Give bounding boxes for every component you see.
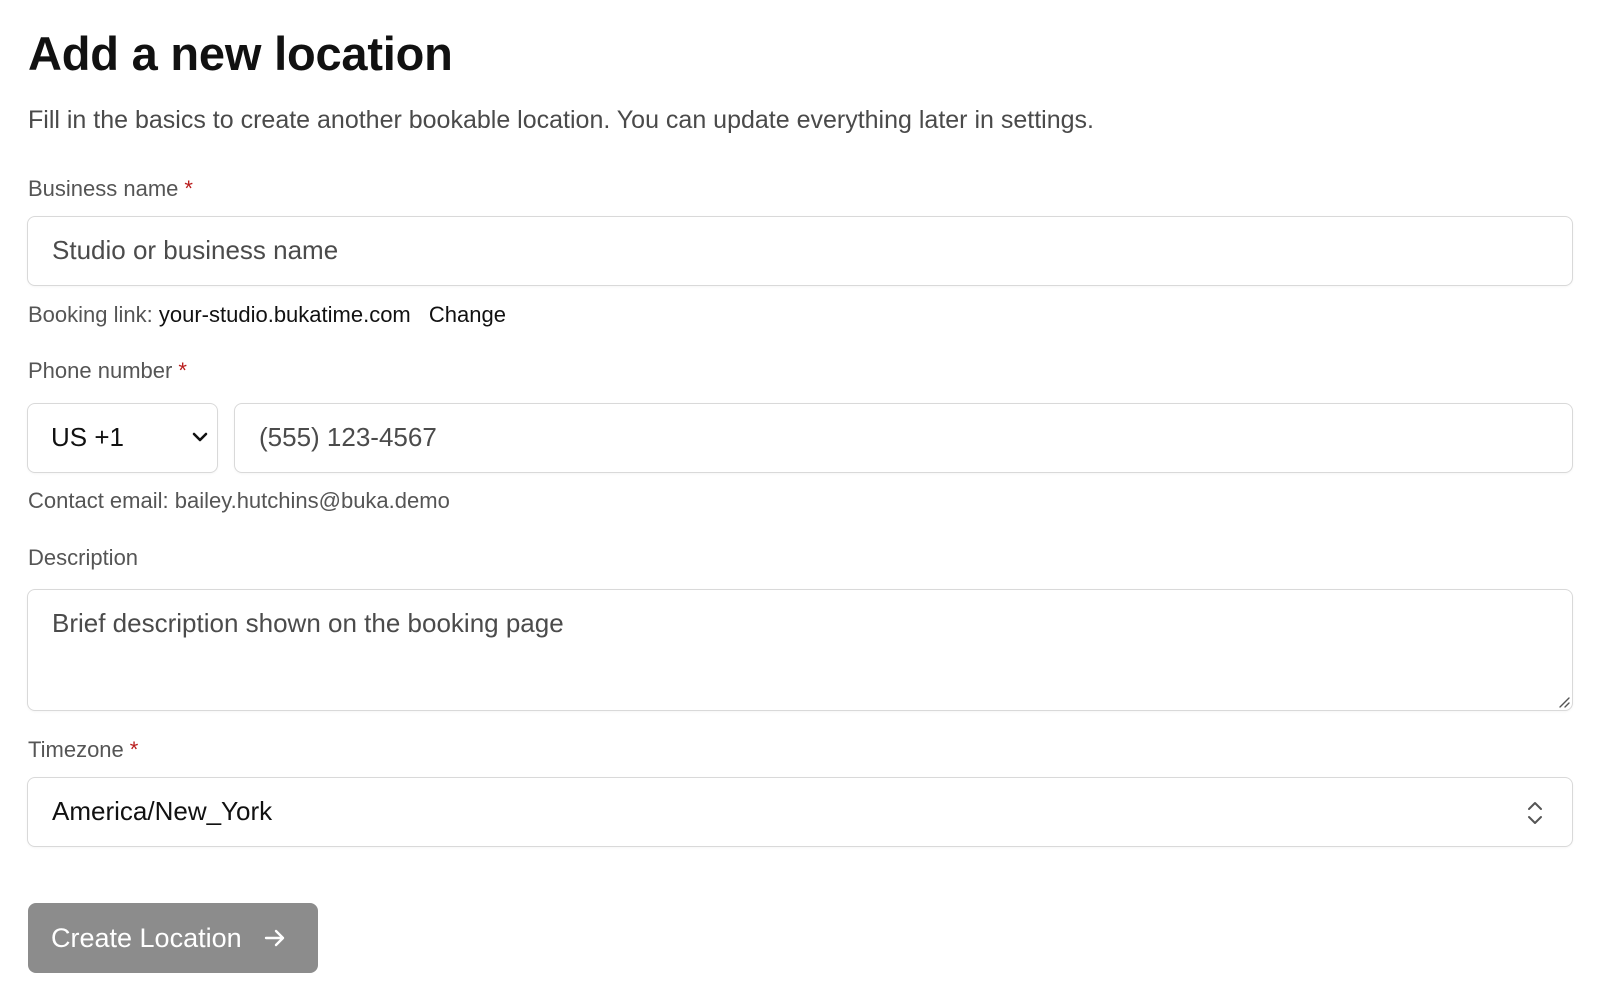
- description-textarea[interactable]: Brief description shown on the booking p…: [27, 589, 1573, 711]
- contact-email: Contact email: bailey.hutchins@buka.demo: [28, 488, 450, 513]
- business-name-placeholder: Studio or business name: [52, 235, 339, 265]
- business-name-input[interactable]: Studio or business name: [27, 216, 1573, 286]
- booking-link-row: Booking link: your-studio.bukatime.com C…: [28, 302, 506, 328]
- page-subtitle: Fill in the basics to create another boo…: [28, 106, 1094, 134]
- page-title: Add a new location: [28, 27, 453, 80]
- chevron-down-icon: [192, 432, 208, 442]
- create-location-label: Create Location: [51, 922, 242, 953]
- description-placeholder: Brief description shown on the booking p…: [52, 608, 564, 638]
- country-code-value: US +1: [51, 422, 124, 452]
- phone-number-placeholder: (555) 123-4567: [259, 422, 437, 452]
- resize-grip-icon[interactable]: [1556, 694, 1570, 708]
- required-mark: *: [178, 358, 187, 383]
- timezone-label: Timezone *: [28, 737, 138, 763]
- country-code-select[interactable]: US +1: [27, 403, 218, 473]
- timezone-value: America/New_York: [52, 796, 273, 826]
- timezone-select[interactable]: America/New_York: [27, 777, 1573, 847]
- phone-number-input[interactable]: (555) 123-4567: [234, 403, 1573, 473]
- booking-link-url: your-studio.bukatime.com: [158, 302, 411, 327]
- business-name-label-text: Business name: [28, 176, 179, 201]
- required-mark: *: [129, 737, 139, 762]
- required-mark: *: [184, 176, 193, 201]
- business-name-label: Business name *: [28, 176, 193, 202]
- timezone-label-text: Timezone: [28, 737, 124, 762]
- create-location-button[interactable]: Create Location: [28, 903, 318, 973]
- chevron-up-down-icon: [1528, 802, 1542, 824]
- arrow-right-icon: [264, 929, 284, 947]
- change-link[interactable]: Change: [429, 302, 506, 327]
- phone-number-label-text: Phone number: [28, 358, 173, 383]
- phone-number-label: Phone number *: [28, 358, 187, 384]
- description-label: Description: [28, 545, 139, 570]
- booking-link-prefix: Booking link:: [28, 302, 153, 327]
